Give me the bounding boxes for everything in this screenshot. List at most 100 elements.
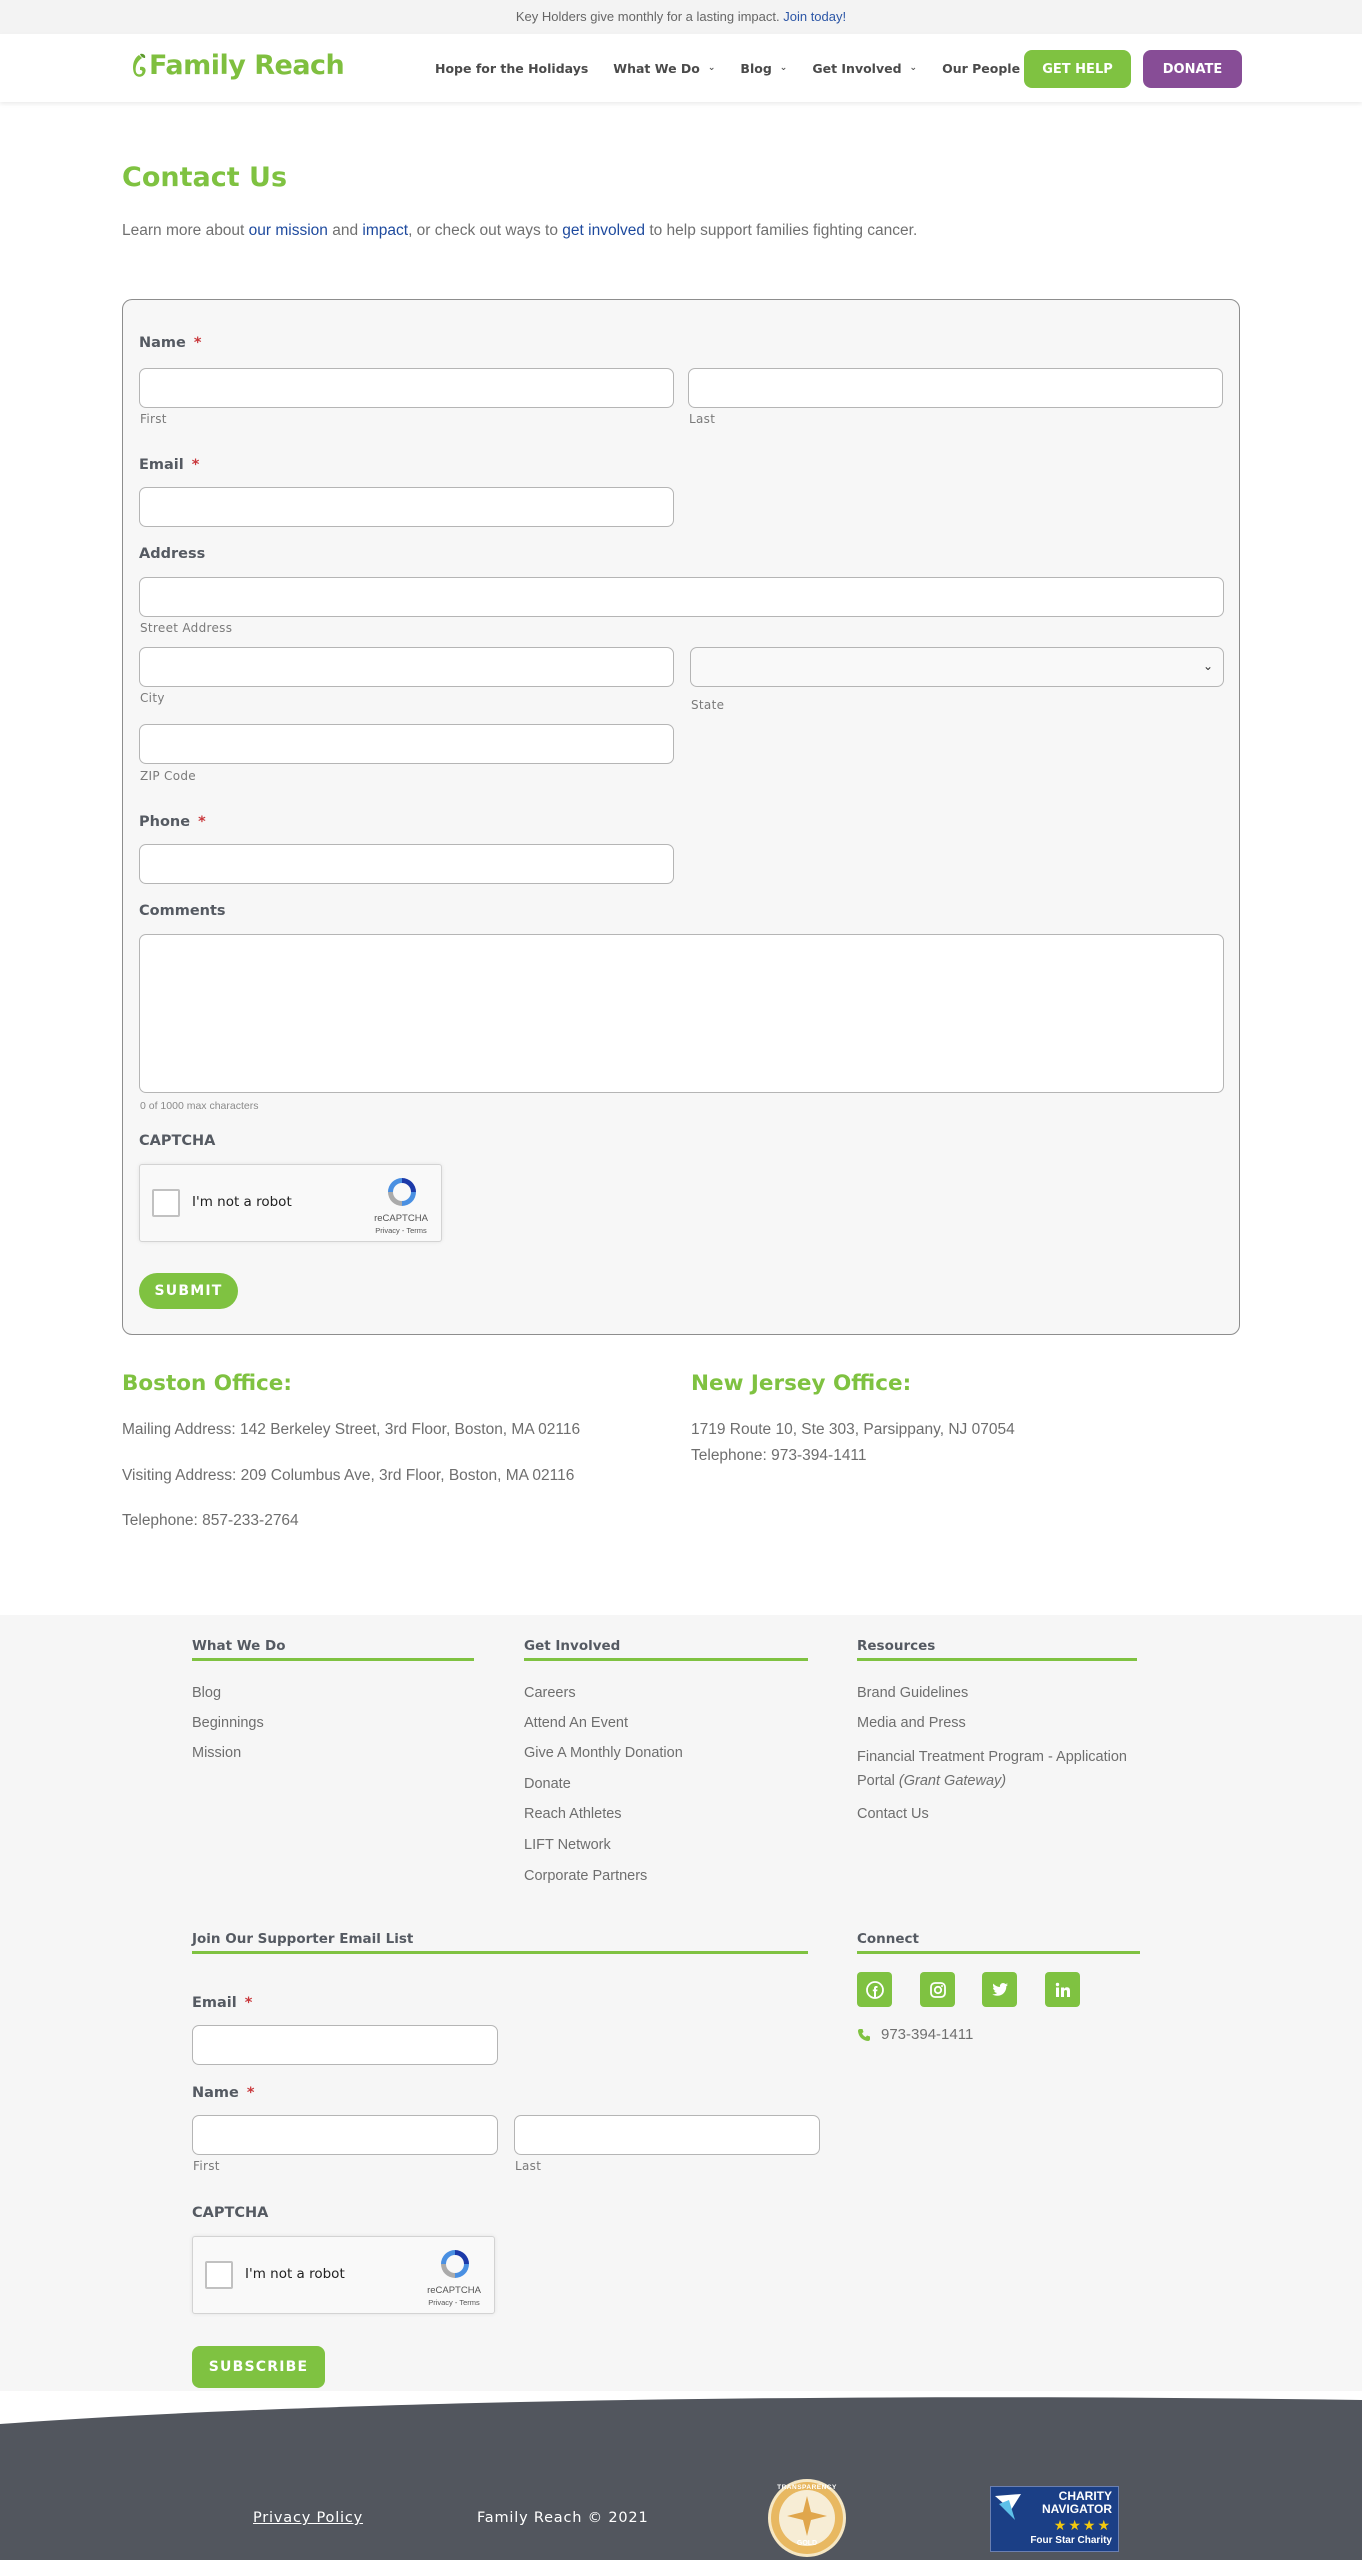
footer-link-reach-athletes[interactable]: Reach Athletes: [524, 1806, 622, 1822]
intro-segment: , or check out ways to: [408, 222, 563, 239]
required-marker: *: [244, 1995, 253, 2011]
facebook-icon[interactable]: [857, 1972, 892, 2007]
instagram-icon[interactable]: [920, 1972, 955, 2007]
privacy-policy-link[interactable]: Privacy Policy: [253, 2510, 363, 2526]
link-text: Financial Treatment Program - Applicatio…: [857, 1749, 1127, 1765]
zip-code-sublabel: ZIP Code: [140, 769, 196, 783]
announcement-bar: Key Holders give monthly for a lasting i…: [0, 0, 1362, 34]
link-text-italic: (Grant Gateway): [898, 1773, 1007, 1789]
city-input[interactable]: [139, 647, 674, 687]
newsletter-email-label: Email *: [192, 1995, 253, 2011]
main-content: Contact Us Learn more about our mission …: [0, 102, 1362, 1615]
copyright-text: Family Reach © 2021: [477, 2510, 649, 2526]
donate-button[interactable]: DONATE: [1143, 50, 1242, 88]
chevron-down-icon: ⌄: [909, 63, 918, 73]
nav-get-involved[interactable]: Get Involved ⌄: [812, 61, 917, 76]
footer-link-contact-us[interactable]: Contact Us: [857, 1806, 929, 1822]
nj-office-title: New Jersey Office:: [691, 1371, 912, 1396]
last-name-input[interactable]: [688, 368, 1223, 408]
footer-link-attend-an-event[interactable]: Attend An Event: [524, 1715, 628, 1731]
footer-link-corporate-partners[interactable]: Corporate Partners: [524, 1868, 647, 1884]
guidestar-gold-seal[interactable]: TRANSPARENCY GOLD: [767, 2478, 847, 2558]
site-header: Family Reach Hope for the Holidays What …: [0, 34, 1362, 102]
footer-divider: [857, 1951, 1140, 1954]
newsletter-email-input[interactable]: [192, 2025, 498, 2065]
connect-title: Connect: [857, 1931, 920, 1947]
recaptcha-checkbox[interactable]: [152, 1189, 180, 1217]
charity-navigator-badge[interactable]: CHARITY NAVIGATOR ★★★★ Four Star Charity: [990, 2486, 1119, 2552]
state-select[interactable]: ⌄: [690, 647, 1224, 687]
join-today-link[interactable]: Join today!: [783, 9, 846, 24]
footer-link-brand-guidelines[interactable]: Brand Guidelines: [857, 1685, 968, 1701]
email-input[interactable]: [139, 487, 674, 527]
footer-link-beginnings[interactable]: Beginnings: [192, 1715, 264, 1731]
nav-blog[interactable]: Blog ⌄: [740, 61, 787, 76]
footer-link-lift-network[interactable]: LIFT Network: [524, 1837, 611, 1853]
required-marker: *: [246, 2085, 255, 2101]
phone-input[interactable]: [139, 844, 674, 884]
footer-link-media-and-press[interactable]: Media and Press: [857, 1715, 966, 1731]
family-reach-logo[interactable]: Family Reach: [130, 50, 345, 81]
comments-textarea[interactable]: [139, 934, 1224, 1093]
linkedin-icon[interactable]: [1045, 1972, 1080, 2007]
nj-address: 1719 Route 10, Ste 303, Parsippany, NJ 0…: [691, 1421, 1015, 1438]
boston-visiting-address: Visiting Address: 209 Columbus Ave, 3rd …: [122, 1467, 575, 1484]
first-name-input[interactable]: [139, 368, 674, 408]
footer-link-donate[interactable]: Donate: [524, 1776, 571, 1792]
link-text: Portal: [857, 1773, 899, 1789]
recaptcha-privacy-terms[interactable]: Privacy - Terms: [373, 1226, 429, 1235]
footer-link-financial-treatment-program[interactable]: Financial Treatment Program - Applicatio…: [857, 1745, 1157, 1793]
get-involved-link[interactable]: get involved: [562, 222, 645, 239]
footer-link-monthly-donation[interactable]: Give A Monthly Donation: [524, 1745, 683, 1761]
newsletter-last-sublabel: Last: [515, 2159, 542, 2173]
zip-code-input[interactable]: [139, 724, 674, 764]
boston-telephone: Telephone: 857-233-2764: [122, 1512, 299, 1529]
compass-icon: [995, 2494, 1021, 2520]
twitter-icon[interactable]: [982, 1972, 1017, 2007]
boston-mailing-address: Mailing Address: 142 Berkeley Street, 3r…: [122, 1421, 581, 1438]
recaptcha-checkbox[interactable]: [205, 2261, 233, 2289]
four-stars-icon: ★★★★: [1053, 2517, 1112, 2533]
boston-office-title: Boston Office:: [122, 1371, 292, 1396]
newsletter-captcha-label: CAPTCHA: [192, 2205, 269, 2221]
nav-our-people[interactable]: Our People⌄: [942, 61, 1036, 76]
recaptcha-name: reCAPTCHA: [374, 1213, 428, 1224]
newsletter-last-name-input[interactable]: [514, 2115, 820, 2155]
intro-text: Learn more about our mission and impact,…: [122, 222, 917, 240]
last-sublabel: Last: [689, 412, 716, 426]
logo-text: Family Reach: [149, 50, 345, 81]
footer-link-mission[interactable]: Mission: [192, 1745, 241, 1761]
charity-navigator-tagline: Four Star Charity: [1030, 2535, 1112, 2546]
nav-what-we-do[interactable]: What We Do ⌄: [613, 61, 715, 76]
submit-button[interactable]: SUBMIT: [139, 1273, 238, 1309]
footer-divider: [857, 1658, 1137, 1661]
recaptcha-text: I'm not a robot: [245, 2266, 345, 2282]
phone-icon: [858, 2028, 870, 2041]
first-sublabel: First: [140, 412, 167, 426]
chevron-down-icon: ⌄: [707, 63, 716, 73]
seal-top-text: TRANSPARENCY: [777, 2484, 837, 2491]
connect-phone[interactable]: 973-394-1411: [857, 2026, 973, 2043]
nav-hope-for-the-holidays[interactable]: Hope for the Holidays: [435, 61, 588, 76]
footer-divider: [192, 1951, 808, 1954]
name-label: Name *: [139, 335, 202, 351]
comments-counter: 0 of 1000 max characters: [140, 1100, 259, 1112]
intro-segment: and: [327, 222, 363, 239]
impact-link[interactable]: impact: [362, 222, 408, 239]
intro-segment: Learn more about: [122, 222, 249, 239]
street-address-input[interactable]: [139, 577, 1224, 617]
our-mission-link[interactable]: our mission: [249, 222, 328, 239]
get-help-button[interactable]: GET HELP: [1024, 50, 1131, 88]
footer-link-blog[interactable]: Blog: [192, 1685, 221, 1701]
street-address-sublabel: Street Address: [140, 621, 233, 635]
phone-label: Phone *: [139, 814, 206, 830]
required-marker: *: [193, 335, 202, 351]
nav-label: Blog: [740, 60, 772, 76]
captcha-label: CAPTCHA: [139, 1133, 216, 1149]
footer-link-careers[interactable]: Careers: [524, 1685, 576, 1701]
footer-get-involved-title: Get Involved: [524, 1638, 621, 1654]
intro-segment: to help support families fighting cancer…: [645, 222, 918, 239]
footer-what-we-do-title: What We Do: [192, 1638, 286, 1654]
newsletter-first-name-input[interactable]: [192, 2115, 498, 2155]
recaptcha-privacy-terms[interactable]: Privacy - Terms: [426, 2298, 482, 2307]
